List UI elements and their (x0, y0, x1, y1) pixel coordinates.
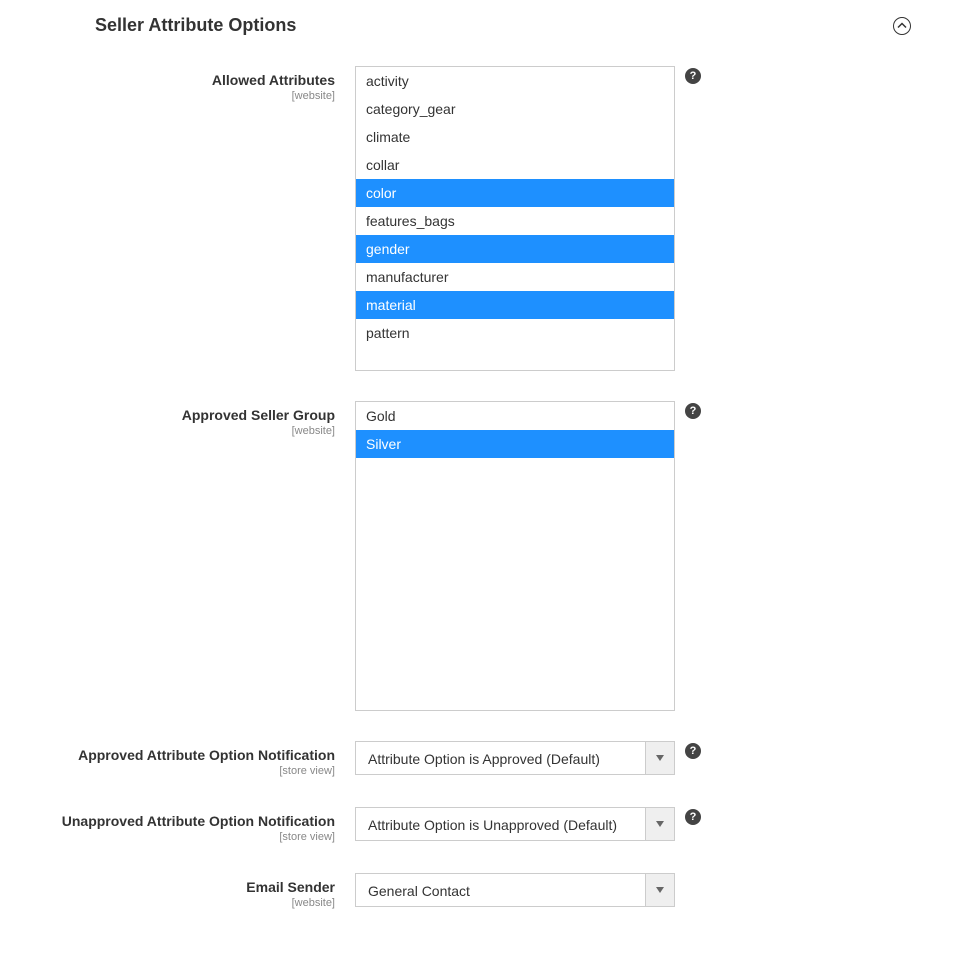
allowed-attributes-multiselect[interactable]: activitycategory_gearclimatecollarcolorf… (355, 66, 675, 371)
label-col: Allowed Attributes [website] (40, 66, 355, 102)
field-label: Unapproved Attribute Option Notification (40, 813, 335, 829)
field-scope: [store view] (40, 831, 335, 843)
approved-seller-group-option[interactable]: Gold (356, 402, 674, 430)
row-unapproved-notification: Unapproved Attribute Option Notification… (40, 807, 916, 843)
chevron-down-icon[interactable] (645, 873, 675, 907)
allowed-attributes-option[interactable]: pattern (356, 319, 674, 347)
select-value: Attribute Option is Unapproved (Default) (355, 807, 645, 841)
approved-notification-select[interactable]: Attribute Option is Approved (Default) (355, 741, 675, 775)
approved-seller-group-option[interactable]: Silver (356, 430, 674, 458)
email-sender-select[interactable]: General Contact (355, 873, 675, 907)
chevron-down-icon[interactable] (645, 741, 675, 775)
field-scope: [website] (40, 897, 335, 909)
row-approved-notification: Approved Attribute Option Notification [… (40, 741, 916, 777)
label-col: Approved Attribute Option Notification [… (40, 741, 355, 777)
label-col: Email Sender [website] (40, 873, 355, 909)
help-icon[interactable]: ? (685, 403, 701, 419)
section-title: Seller Attribute Options (40, 15, 296, 36)
row-allowed-attributes: Allowed Attributes [website] activitycat… (40, 66, 916, 371)
allowed-attributes-option[interactable]: category_gear (356, 95, 674, 123)
unapproved-notification-select[interactable]: Attribute Option is Unapproved (Default) (355, 807, 675, 841)
allowed-attributes-option[interactable]: climate (356, 123, 674, 151)
allowed-attributes-option[interactable]: features_bags (356, 207, 674, 235)
field-col: Attribute Option is Unapproved (Default)… (355, 807, 701, 841)
field-col: activitycategory_gearclimatecollarcolorf… (355, 66, 701, 371)
allowed-attributes-option[interactable]: activity (356, 67, 674, 95)
field-label: Email Sender (40, 879, 335, 895)
field-label: Allowed Attributes (40, 72, 335, 88)
help-icon[interactable]: ? (685, 68, 701, 84)
field-col: General Contact (355, 873, 675, 907)
field-col: Attribute Option is Approved (Default) ? (355, 741, 701, 775)
row-approved-seller-group: Approved Seller Group [website] GoldSilv… (40, 401, 916, 711)
label-col: Approved Seller Group [website] (40, 401, 355, 437)
help-icon[interactable]: ? (685, 743, 701, 759)
select-value: Attribute Option is Approved (Default) (355, 741, 645, 775)
allowed-attributes-option[interactable]: gender (356, 235, 674, 263)
allowed-attributes-option[interactable]: manufacturer (356, 263, 674, 291)
section-header: Seller Attribute Options (40, 15, 916, 36)
label-col: Unapproved Attribute Option Notification… (40, 807, 355, 843)
select-value: General Contact (355, 873, 645, 907)
field-col: GoldSilver ? (355, 401, 701, 711)
allowed-attributes-option[interactable]: material (356, 291, 674, 319)
approved-seller-group-multiselect[interactable]: GoldSilver (355, 401, 675, 711)
allowed-attributes-option[interactable]: color (356, 179, 674, 207)
field-scope: [website] (40, 90, 335, 102)
help-icon[interactable]: ? (685, 809, 701, 825)
field-scope: [website] (40, 425, 335, 437)
row-email-sender: Email Sender [website] General Contact (40, 873, 916, 909)
chevron-down-icon[interactable] (645, 807, 675, 841)
field-scope: [store view] (40, 765, 335, 777)
field-label: Approved Seller Group (40, 407, 335, 423)
collapse-toggle-icon[interactable] (893, 17, 911, 35)
allowed-attributes-option[interactable]: collar (356, 151, 674, 179)
field-label: Approved Attribute Option Notification (40, 747, 335, 763)
